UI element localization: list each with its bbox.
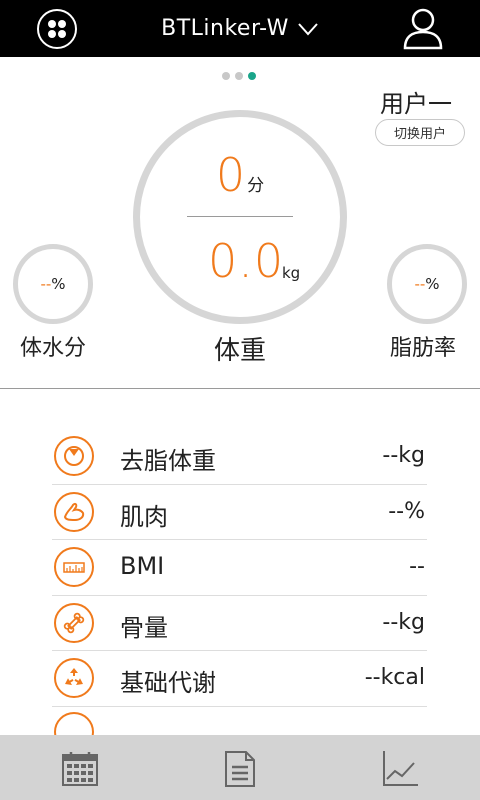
top-bar: BTLinker-W <box>0 0 480 57</box>
current-user-name: 用户一 <box>380 90 452 118</box>
list-item[interactable]: 去脂体重 --kg <box>52 429 427 485</box>
metric-value: --% <box>388 498 425 524</box>
score-display: 0分 <box>0 148 480 202</box>
weight-unit: kg <box>282 264 301 282</box>
weight-display: 0.0 kg <box>208 234 300 288</box>
metrics-list: 去脂体重 --kg 肌肉 --% BMI -- 骨量 --kg 基础代谢 --k… <box>52 429 427 707</box>
body-water-value: -- <box>40 275 52 293</box>
score-unit: 分 <box>247 176 265 196</box>
bottom-tab-bar <box>0 735 480 800</box>
gauge-divider <box>187 216 293 217</box>
user-icon[interactable] <box>402 6 444 50</box>
calendar-icon[interactable] <box>60 749 100 789</box>
list-item[interactable]: 肌肉 --% <box>52 485 427 540</box>
metric-value: --kg <box>382 443 425 468</box>
section-divider <box>0 388 480 389</box>
body-fat-label: 脂肪率 <box>390 336 457 361</box>
list-item[interactable]: 基础代谢 --kcal <box>52 651 427 707</box>
body-water-unit: % <box>51 275 66 293</box>
body-fat-gauge[interactable]: --% <box>387 244 467 324</box>
bmi-ruler-icon <box>54 547 94 587</box>
list-item[interactable]: BMI -- <box>52 540 427 596</box>
score-value: 0 <box>215 148 246 202</box>
metric-name: 基础代谢 <box>120 669 216 697</box>
metric-name: 去脂体重 <box>120 447 216 475</box>
metric-value: -- <box>409 554 425 579</box>
metric-name: 骨量 <box>120 613 168 642</box>
list-item[interactable]: 骨量 --kg <box>52 596 427 651</box>
body-water-label: 体水分 <box>20 336 87 361</box>
page-dot-active <box>248 72 256 80</box>
body-water-gauge[interactable]: --% <box>13 244 93 324</box>
switch-user-button[interactable]: 切换用户 <box>375 119 465 146</box>
metric-value: --kcal <box>364 665 425 690</box>
metabolism-cycle-icon <box>54 658 94 698</box>
bone-icon <box>54 602 94 643</box>
trend-chart-icon[interactable] <box>380 749 420 789</box>
page-indicator <box>222 72 256 80</box>
page-dot <box>235 72 243 80</box>
lean-mass-icon <box>54 436 94 476</box>
weight-value: 0.0 <box>208 234 285 288</box>
body-fat-value: -- <box>414 275 426 293</box>
weight-gauge-ring <box>133 110 347 324</box>
chevron-down-icon <box>298 22 318 35</box>
metric-name: 肌肉 <box>120 502 168 531</box>
muscle-arm-icon <box>54 491 94 532</box>
metric-value: --kg <box>382 609 425 635</box>
device-title: BTLinker-W <box>161 16 289 41</box>
metric-name: BMI <box>120 552 165 580</box>
body-fat-unit: % <box>425 275 440 293</box>
page-dot <box>222 72 230 80</box>
report-document-icon[interactable] <box>220 749 260 789</box>
